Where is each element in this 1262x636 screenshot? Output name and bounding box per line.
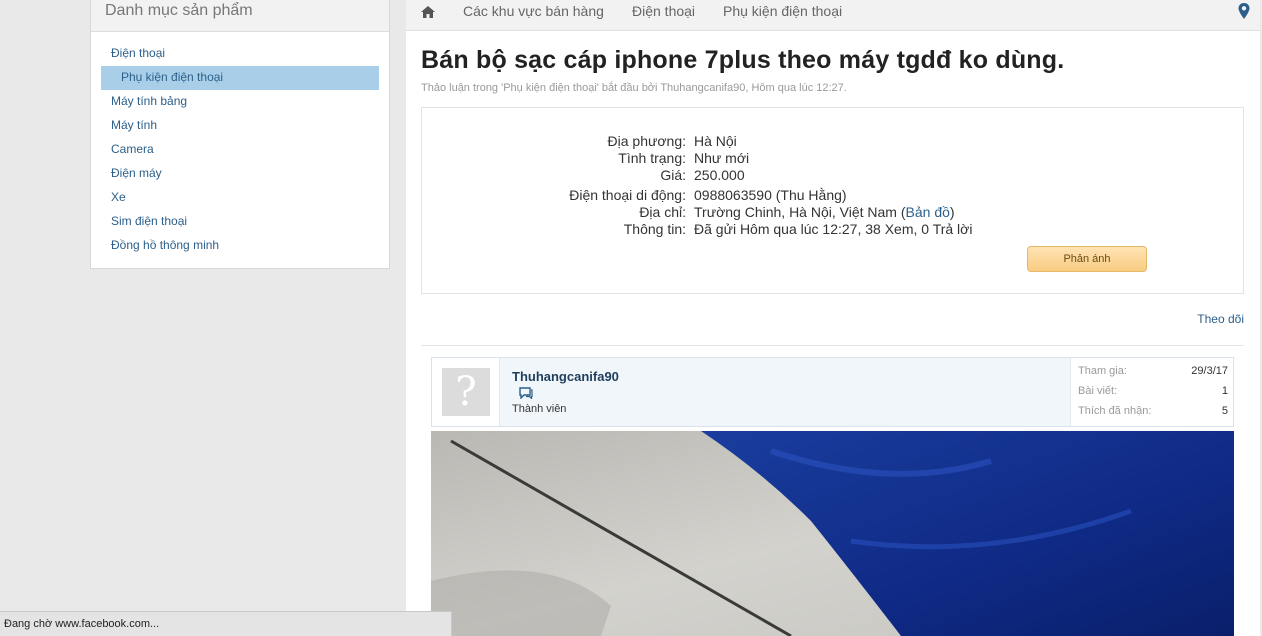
sidebar-item-dong-ho[interactable]: Đồng hồ thông minh <box>101 234 379 258</box>
chat-icon[interactable] <box>519 387 533 399</box>
map-link[interactable]: Bản đồ <box>906 204 950 220</box>
info-row-condition: Tình trạng: Như mới <box>422 150 1245 167</box>
stat-row-joined: Tham gia: 29/3/17 <box>1078 364 1228 378</box>
category-sidebar: Danh mục sản phẩm Điện thoại Phụ kiện đi… <box>90 0 390 269</box>
info-value: Trường Chinh, Hà Nội, Việt Nam (Bản đồ) <box>694 204 955 221</box>
browser-status-bar: Đang chờ www.facebook.com... <box>0 611 452 636</box>
info-row-price: Giá: 250.000 <box>422 167 1245 184</box>
avatar-container: ? <box>432 358 500 426</box>
breadcrumb: Các khu vực bán hàng Điện thoại Phụ kiện… <box>406 0 1260 31</box>
info-value: Hà Nội <box>694 133 737 149</box>
sidebar-item-phu-kien[interactable]: Phụ kiện điện thoại <box>101 66 379 90</box>
page-title: Bán bộ sạc cáp iphone 7plus theo máy tgd… <box>421 46 1065 74</box>
breadcrumb-item-phu-kien[interactable]: Phụ kiện điện thoại <box>723 3 842 19</box>
info-value: 250.000 <box>694 167 745 183</box>
info-row-location: Địa phương: Hà Nội <box>422 133 1245 150</box>
sidebar-item-may-tinh[interactable]: Máy tính <box>101 114 379 138</box>
info-label: Điện thoại di động: <box>569 187 686 203</box>
info-row-details: Thông tin: Đã gửi Hôm qua lúc 12:27, 38 … <box>422 221 1245 238</box>
stat-label: Tham gia: <box>1078 365 1127 377</box>
category-list: Điện thoại Phụ kiện điện thoại Máy tính … <box>91 42 389 258</box>
sidebar-title: Danh mục sản phẩm <box>91 0 389 32</box>
stat-label: Bài viết: <box>1078 385 1118 397</box>
sidebar-item-xe[interactable]: Xe <box>101 186 379 210</box>
report-button[interactable]: Phản ánh <box>1027 246 1147 272</box>
info-label: Giá: <box>660 167 686 183</box>
info-row-phone: Điện thoại di động: 0988063590 (Thu Hằng… <box>422 187 1245 204</box>
stat-value[interactable]: 1 <box>1222 384 1228 398</box>
info-value: Đã gửi Hôm qua lúc 12:27, 38 Xem, 0 Trả … <box>694 221 973 237</box>
divider <box>421 345 1244 346</box>
post-username[interactable]: Thuhangcanifa90 <box>512 369 619 384</box>
sidebar-item-may-tinh-bang[interactable]: Máy tính bảng <box>101 90 379 114</box>
post-photo[interactable] <box>431 431 1234 636</box>
address-suffix: ) <box>949 204 955 220</box>
info-row-address: Địa chỉ: Trường Chinh, Hà Nội, Việt Nam … <box>422 204 1245 221</box>
stat-row-posts: Bài viết: 1 <box>1078 384 1228 398</box>
sidebar-item-dien-thoai[interactable]: Điện thoại <box>101 42 379 66</box>
sidebar-item-sim[interactable]: Sim điện thoại <box>101 210 379 234</box>
home-icon[interactable] <box>420 4 436 20</box>
address-text: Trường Chinh, Hà Nội, Việt Nam ( <box>694 204 906 220</box>
stat-value: 29/3/17 <box>1191 365 1228 377</box>
user-stats: Tham gia: 29/3/17 Bài viết: 1 Thích đã n… <box>1070 358 1233 426</box>
breadcrumb-item-khu-vuc[interactable]: Các khu vực bán hàng <box>463 3 604 19</box>
info-label: Địa phương: <box>607 133 686 149</box>
info-value: 0988063590 (Thu Hằng) <box>694 187 847 203</box>
sidebar-item-dien-may[interactable]: Điện máy <box>101 162 379 186</box>
stat-row-likes: Thích đã nhận: 5 <box>1078 404 1228 418</box>
info-value: Như mới <box>694 150 750 166</box>
avatar[interactable]: ? <box>442 368 490 416</box>
main-content: Các khu vực bán hàng Điện thoại Phụ kiện… <box>406 0 1260 636</box>
user-title: Thành viên <box>512 403 567 415</box>
listing-info-box: Địa phương: Hà Nội Tình trạng: Như mới G… <box>421 107 1244 294</box>
stat-value: 5 <box>1221 405 1228 417</box>
stat-label: Thích đã nhận: <box>1078 405 1152 417</box>
photo-content <box>431 431 1234 636</box>
info-label: Địa chỉ: <box>639 204 686 220</box>
follow-link[interactable]: Theo dõi <box>1197 312 1244 326</box>
info-label: Thông tin: <box>623 221 686 237</box>
thread-meta: Thảo luận trong 'Phụ kiện điện thoại' bắ… <box>421 82 847 94</box>
sidebar-item-camera[interactable]: Camera <box>101 138 379 162</box>
map-pin-icon[interactable] <box>1238 3 1250 19</box>
breadcrumb-item-dien-thoai[interactable]: Điện thoại <box>632 3 695 19</box>
info-label: Tình trạng: <box>618 150 686 166</box>
post-header: ? Thuhangcanifa90 Thành viên Tham gia: 2… <box>431 357 1234 427</box>
